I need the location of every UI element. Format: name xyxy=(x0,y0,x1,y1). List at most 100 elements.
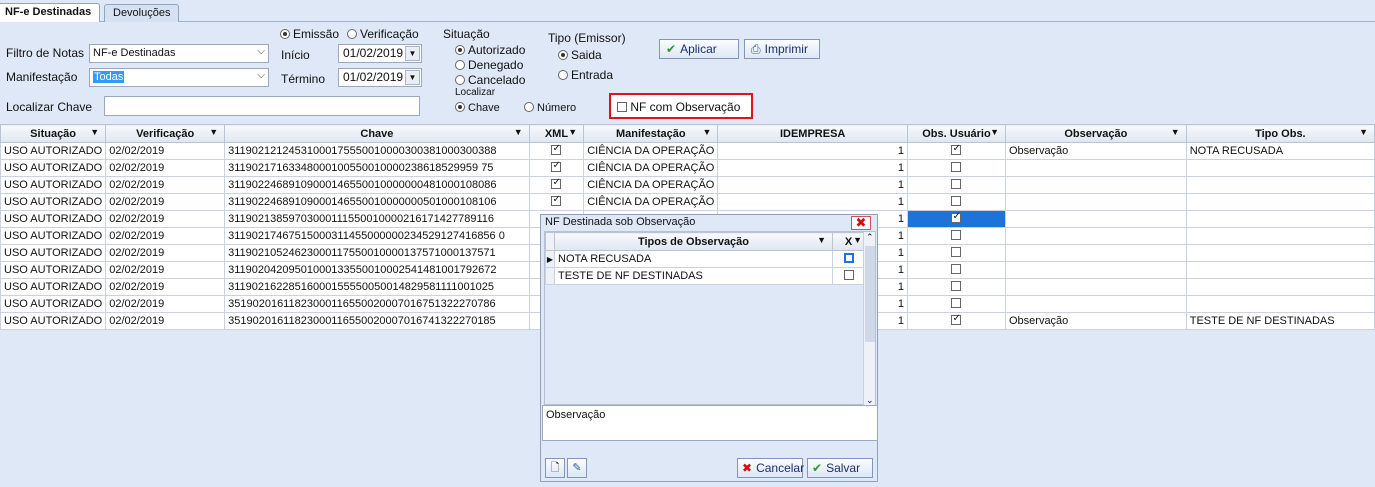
obs-usuario-cell[interactable] xyxy=(906,142,1006,160)
obs-usuario-cell[interactable] xyxy=(906,159,1006,177)
observacao-textarea[interactable]: Observação xyxy=(542,405,878,441)
inicio-date[interactable]: 01/02/2019 ▼ xyxy=(338,44,422,63)
checkbox-icon[interactable] xyxy=(951,144,962,155)
col-idempresa[interactable]: IDEMPRESA xyxy=(717,124,908,143)
table-row[interactable]: USO AUTORIZADO 02/02/2019 3119022468910900… xyxy=(0,176,1375,194)
filter-dropdown-icon[interactable]: ▼ xyxy=(1171,127,1180,137)
localizar-por-numero[interactable]: Número xyxy=(524,102,576,114)
situacao-cancelado[interactable]: Cancelado xyxy=(455,73,525,87)
calendar-dropdown-icon[interactable]: ▼ xyxy=(405,46,420,61)
xml-cell[interactable] xyxy=(528,159,585,177)
col-tipo-obs[interactable]: Tipo Obs. ▼ xyxy=(1185,124,1375,143)
filter-dropdown-icon[interactable]: ▼ xyxy=(1359,127,1368,137)
obs-usuario-cell[interactable] xyxy=(906,278,1006,296)
checkbox-icon[interactable] xyxy=(951,196,962,206)
salvar-button[interactable]: ✔ Salvar xyxy=(807,458,873,478)
filter-dropdown-icon[interactable]: ▼ xyxy=(817,235,826,245)
scrollbar-thumb[interactable] xyxy=(865,246,875,342)
col-chave[interactable]: Chave ▼ xyxy=(224,124,530,143)
tipo-entrada[interactable]: Entrada xyxy=(558,68,613,82)
edit-pen-icon[interactable]: ✎ xyxy=(567,458,587,478)
table-row[interactable]: USO AUTORIZADO 02/02/2019 3119021212453100… xyxy=(0,142,1375,160)
cancelar-button[interactable]: ✖ Cancelar xyxy=(737,458,804,478)
localizar-chave-input[interactable] xyxy=(104,96,420,116)
checkbox-icon[interactable] xyxy=(551,195,562,206)
checkbox-icon[interactable] xyxy=(843,270,854,280)
col-x[interactable]: X ▼ xyxy=(832,232,865,251)
obs-usuario-cell[interactable] xyxy=(906,312,1006,330)
checkbox-icon[interactable] xyxy=(951,212,962,223)
col-situacao-label: Situação xyxy=(30,127,77,140)
col-observacao[interactable]: Observação ▼ xyxy=(1004,124,1187,143)
obs-usuario-cell[interactable] xyxy=(906,193,1006,211)
x-checkbox-cell[interactable] xyxy=(832,267,865,285)
col-manifestacao[interactable]: Manifestação ▼ xyxy=(583,124,719,143)
xml-cell[interactable] xyxy=(528,142,585,160)
termino-date[interactable]: 01/02/2019 ▼ xyxy=(338,68,422,87)
checkbox-icon[interactable] xyxy=(951,264,962,274)
checkbox-icon[interactable] xyxy=(951,298,962,308)
table-row[interactable]: USO AUTORIZADO 02/02/2019 3119022468910900… xyxy=(0,193,1375,211)
dialog-row[interactable]: ▶ NOTA RECUSADA xyxy=(545,250,865,268)
aplicar-button[interactable]: ✔ Aplicar xyxy=(659,39,739,59)
obs-usuario-cell[interactable] xyxy=(906,244,1006,262)
dialog-vertical-scrollbar[interactable]: ⌃ ⌄ xyxy=(863,232,875,406)
filter-dropdown-icon[interactable]: ▼ xyxy=(990,127,999,137)
nf-com-observacao-checkbox[interactable]: NF com Observação xyxy=(617,100,740,114)
checkbox-icon[interactable] xyxy=(843,253,854,263)
table-row[interactable]: USO AUTORIZADO 02/02/2019 3119021716334800… xyxy=(0,159,1375,177)
obs-usuario-cell[interactable] xyxy=(906,227,1006,245)
manifestacao-cell: CIÊNCIA DA OPERAÇÃO xyxy=(583,176,719,194)
calendar-dropdown-icon[interactable]: ▼ xyxy=(405,70,420,85)
dialog-row[interactable]: TESTE DE NF DESTINADAS xyxy=(545,267,865,285)
obs-usuario-cell[interactable] xyxy=(906,210,1006,228)
checkbox-icon[interactable] xyxy=(951,281,962,291)
col-xml[interactable]: XML ▼ xyxy=(528,124,585,143)
filter-dropdown-icon[interactable]: ▼ xyxy=(853,235,862,245)
obs-usuario-cell[interactable] xyxy=(906,261,1006,279)
filter-dropdown-icon[interactable]: ▼ xyxy=(90,127,99,137)
checkbox-icon[interactable] xyxy=(551,161,562,172)
checkbox-icon[interactable] xyxy=(951,162,962,172)
situacao-denegado[interactable]: Denegado xyxy=(455,58,523,72)
imprimir-button[interactable]: ⎙ Imprimir xyxy=(744,39,820,59)
chevron-up-icon[interactable]: ⌃ xyxy=(866,232,874,243)
tipo-saida[interactable]: Saida xyxy=(558,48,602,62)
manifestacao-select[interactable]: Todas ⌵ xyxy=(89,68,269,87)
col-situacao[interactable]: Situação ▼ xyxy=(0,124,107,143)
new-document-icon[interactable]: 🗋 xyxy=(545,458,565,478)
tipo-observacao-cell: TESTE DE NF DESTINADAS xyxy=(554,267,833,285)
tab-devolucoes[interactable]: Devoluções xyxy=(104,4,180,22)
col-obs-usuario[interactable]: Obs. Usuário ▼ xyxy=(906,124,1006,143)
close-icon[interactable]: ✖ xyxy=(851,216,871,230)
tipos-observacao-table: Tipos de Observação ▼ X ▼ ▶ NOTA RECUSADA … xyxy=(545,232,865,285)
filter-dropdown-icon[interactable]: ▼ xyxy=(514,127,523,137)
filter-dropdown-icon[interactable]: ▼ xyxy=(702,127,711,137)
radio-off-icon xyxy=(455,60,465,70)
radio-verificacao[interactable]: Verificação xyxy=(347,27,419,41)
xml-cell[interactable] xyxy=(528,193,585,211)
localizar-por-chave[interactable]: Chave xyxy=(455,102,500,114)
col-tipos-observacao[interactable]: Tipos de Observação ▼ xyxy=(554,232,833,251)
filter-dropdown-icon[interactable]: ▼ xyxy=(209,127,218,137)
checkbox-icon[interactable] xyxy=(951,247,962,257)
situacao-autorizado[interactable]: Autorizado xyxy=(455,43,525,57)
obs-usuario-cell[interactable] xyxy=(906,176,1006,194)
situacao-cell: USO AUTORIZADO xyxy=(0,312,107,330)
x-checkbox-cell[interactable] xyxy=(832,250,865,268)
checkbox-icon[interactable] xyxy=(951,314,962,325)
checkbox-icon[interactable] xyxy=(951,179,962,189)
chave-cell: 3519020161182300011655002000701675132227… xyxy=(224,295,530,313)
checkbox-icon[interactable] xyxy=(551,144,562,155)
col-verificacao[interactable]: Verificação ▼ xyxy=(105,124,226,143)
checkbox-icon[interactable] xyxy=(551,178,562,189)
radio-emissao[interactable]: Emissão xyxy=(280,27,339,41)
filtro-select[interactable]: NF-e Destinadas ⌵ xyxy=(89,44,269,63)
manifestacao-label: Manifestação xyxy=(6,70,78,84)
filter-dropdown-icon[interactable]: ▼ xyxy=(568,127,577,137)
checkbox-icon[interactable] xyxy=(951,230,962,240)
xml-cell[interactable] xyxy=(528,176,585,194)
tab-nfe-destinadas[interactable]: NF-e Destinadas xyxy=(0,3,101,23)
tipo-observacao-cell: NOTA RECUSADA xyxy=(554,250,833,268)
obs-usuario-cell[interactable] xyxy=(906,295,1006,313)
